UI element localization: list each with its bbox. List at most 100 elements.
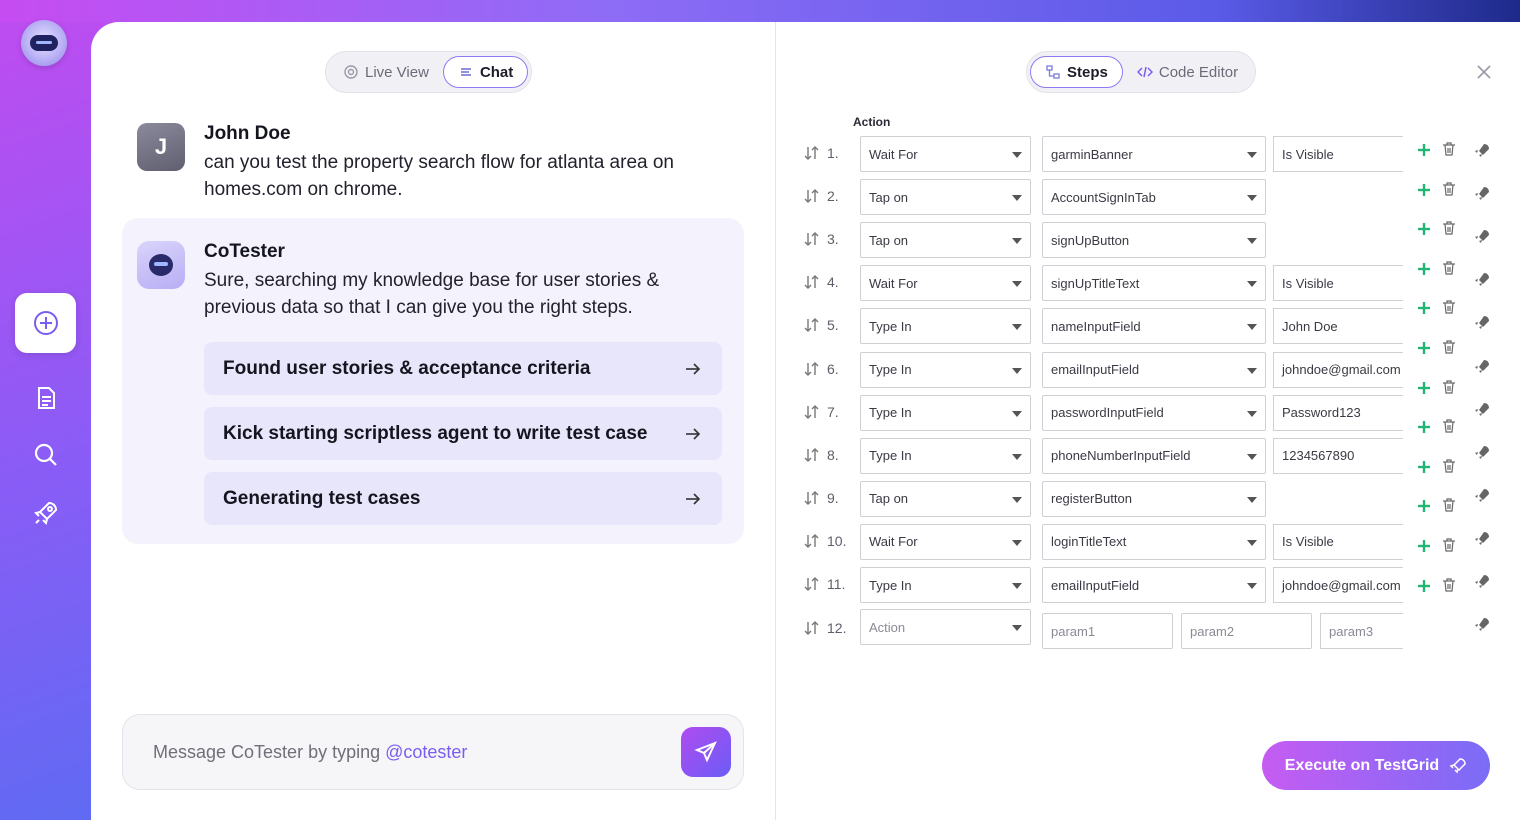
new-chat-button[interactable] (15, 293, 76, 353)
target-select[interactable]: phoneNumberInputField (1042, 437, 1266, 474)
delete-step-icon[interactable] (1441, 379, 1457, 395)
run-step-icon[interactable] (1474, 531, 1490, 547)
action-select[interactable]: Type In (860, 308, 1031, 345)
run-step-icon[interactable] (1474, 315, 1490, 331)
target-select[interactable]: garminBanner (1042, 136, 1266, 172)
add-step-icon[interactable] (1416, 459, 1432, 475)
run-step-icon[interactable] (1474, 272, 1490, 288)
delete-step-icon[interactable] (1441, 497, 1457, 513)
reorder-icon[interactable] (803, 619, 821, 637)
run-step-icon[interactable] (1474, 143, 1490, 159)
integrations-button[interactable] (15, 483, 76, 543)
add-step-icon[interactable] (1416, 300, 1432, 316)
action-select[interactable]: Type In (860, 394, 1031, 431)
target-select[interactable]: emailInputField (1042, 567, 1266, 603)
run-step-icon[interactable] (1474, 445, 1490, 461)
reorder-icon[interactable] (803, 187, 821, 205)
execute-button[interactable]: Execute on TestGrid (1262, 741, 1490, 790)
delete-step-icon[interactable] (1441, 299, 1457, 315)
reorder-icon[interactable] (803, 403, 821, 421)
add-step-icon[interactable] (1416, 340, 1432, 356)
action-select[interactable]: Type In (860, 437, 1031, 474)
action-select[interactable]: Type In (860, 351, 1031, 388)
target-select[interactable]: loginTitleText (1042, 523, 1266, 560)
run-step-icon[interactable] (1474, 186, 1490, 202)
action-select[interactable]: Wait For (860, 265, 1031, 302)
bot-step-button-1[interactable]: Found user stories & acceptance criteria (204, 342, 722, 395)
run-step-icon[interactable] (1474, 359, 1490, 375)
param3-input[interactable]: param3 (1320, 613, 1403, 649)
reorder-icon[interactable] (803, 360, 821, 378)
delete-step-icon[interactable] (1441, 260, 1457, 276)
param1-input[interactable]: param1 (1042, 613, 1173, 649)
action-select[interactable]: Tap on (860, 480, 1031, 517)
reorder-icon[interactable] (803, 273, 821, 291)
target-select[interactable]: nameInputField (1042, 308, 1266, 345)
reorder-icon[interactable] (803, 316, 821, 334)
tab-chat[interactable]: Chat (442, 56, 529, 88)
bot-step-button-3[interactable]: Generating test cases (204, 472, 722, 525)
value-input[interactable]: 1234567890 (1273, 437, 1403, 474)
cotester-logo[interactable] (21, 20, 67, 66)
bot-message: CoTester Sure, searching my knowledge ba… (204, 241, 659, 321)
reorder-icon[interactable] (803, 532, 821, 550)
delete-step-icon[interactable] (1441, 537, 1457, 553)
value-input[interactable]: Is Visible (1273, 523, 1403, 560)
target-select[interactable]: registerButton (1042, 480, 1266, 517)
tab-code-editor[interactable]: Code Editor (1123, 56, 1252, 88)
delete-step-icon[interactable] (1441, 220, 1457, 236)
action-select[interactable]: Type In (860, 567, 1031, 603)
value-input[interactable]: johndoe@gmail.com (1273, 351, 1403, 388)
documents-button[interactable] (15, 368, 76, 428)
send-button[interactable] (681, 727, 731, 777)
value-input[interactable]: Is Visible (1273, 136, 1403, 172)
add-step-icon[interactable] (1416, 142, 1432, 158)
run-step-icon[interactable] (1474, 488, 1490, 504)
action-select[interactable]: Tap on (860, 222, 1031, 259)
message-composer[interactable]: Message CoTester by typing @cotester (122, 714, 744, 790)
add-step-icon[interactable] (1416, 261, 1432, 277)
target-select[interactable]: signUpTitleText (1042, 265, 1266, 302)
action-select[interactable]: Wait For (860, 523, 1031, 560)
bot-step-button-2[interactable]: Kick starting scriptless agent to write … (204, 407, 722, 460)
run-step-icon[interactable] (1474, 402, 1490, 418)
composer-placeholder[interactable]: Message CoTester by typing @cotester (153, 742, 467, 763)
run-step-icon[interactable] (1474, 617, 1490, 633)
add-step-icon[interactable] (1416, 538, 1432, 554)
close-icon[interactable] (1474, 62, 1494, 82)
target-select[interactable]: signUpButton (1042, 222, 1266, 259)
tab-steps[interactable]: Steps (1030, 56, 1123, 88)
delete-step-icon[interactable] (1441, 418, 1457, 434)
delete-step-icon[interactable] (1441, 339, 1457, 355)
delete-step-icon[interactable] (1441, 458, 1457, 474)
delete-step-icon[interactable] (1441, 577, 1457, 593)
target-select[interactable]: emailInputField (1042, 351, 1266, 388)
tab-live-view[interactable]: Live View (329, 56, 443, 88)
reorder-icon[interactable] (803, 489, 821, 507)
reorder-icon[interactable] (803, 230, 821, 248)
reorder-icon[interactable] (803, 575, 821, 593)
run-step-icon[interactable] (1474, 229, 1490, 245)
value-input[interactable]: Password123 (1273, 394, 1403, 431)
delete-step-icon[interactable] (1441, 181, 1457, 197)
add-step-icon[interactable] (1416, 221, 1432, 237)
action-select[interactable]: Wait For (860, 136, 1031, 172)
target-select[interactable]: passwordInputField (1042, 394, 1266, 431)
search-button[interactable] (15, 425, 76, 485)
run-step-icon[interactable] (1474, 574, 1490, 590)
add-step-icon[interactable] (1416, 419, 1432, 435)
value-input[interactable]: johndoe@gmail.com (1273, 567, 1403, 603)
add-step-icon[interactable] (1416, 182, 1432, 198)
action-select[interactable]: Action (860, 609, 1031, 645)
delete-step-icon[interactable] (1441, 141, 1457, 157)
target-select[interactable]: AccountSignInTab (1042, 179, 1266, 216)
reorder-icon[interactable] (803, 446, 821, 464)
add-step-icon[interactable] (1416, 380, 1432, 396)
value-input[interactable]: Is Visible (1273, 265, 1403, 302)
add-step-icon[interactable] (1416, 498, 1432, 514)
reorder-icon[interactable] (803, 144, 821, 162)
action-select[interactable]: Tap on (860, 179, 1031, 216)
value-input[interactable]: John Doe (1273, 308, 1403, 345)
param2-input[interactable]: param2 (1181, 613, 1312, 649)
add-step-icon[interactable] (1416, 578, 1432, 594)
